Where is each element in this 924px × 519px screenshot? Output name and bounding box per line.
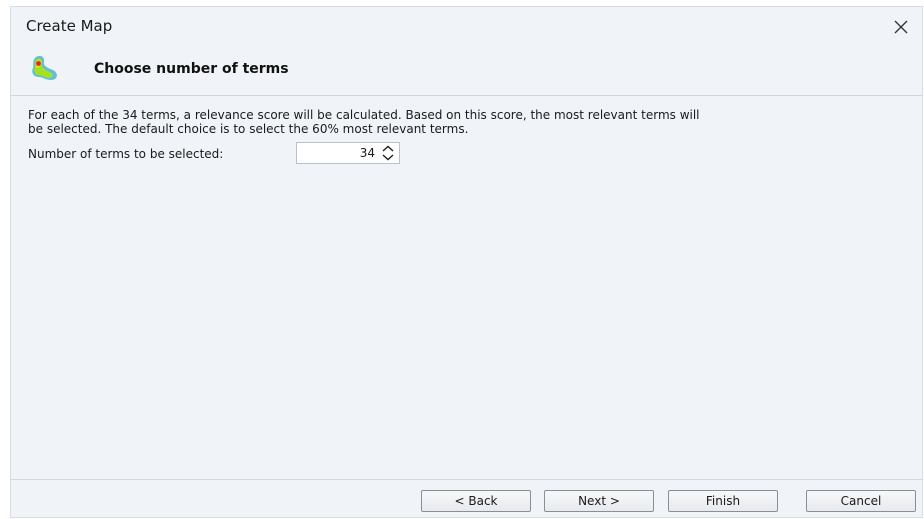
up-down-chevron-icon[interactable] xyxy=(380,144,396,162)
footer-divider xyxy=(11,479,922,480)
description-line-1: For each of the 34 terms, a relevance sc… xyxy=(28,108,700,122)
step-description: For each of the 34 terms, a relevance sc… xyxy=(28,108,908,136)
next-button[interactable]: Next > xyxy=(544,490,654,512)
step-title: Choose number of terms xyxy=(94,61,289,77)
close-button[interactable] xyxy=(886,13,916,41)
back-button[interactable]: < Back xyxy=(421,490,531,512)
terms-count-value[interactable]: 34 xyxy=(360,146,375,160)
create-map-dialog: Create Map Choose number of terms For ea… xyxy=(10,6,923,518)
description-line-2: be selected. The default choice is to se… xyxy=(28,122,469,136)
wizard-step-header: Choose number of terms xyxy=(11,51,922,97)
header-divider xyxy=(11,95,922,96)
terms-count-spinner[interactable]: 34 xyxy=(296,142,400,164)
title-bar: Create Map xyxy=(11,7,922,47)
vosviewer-density-logo-icon xyxy=(32,55,57,80)
finish-button[interactable]: Finish xyxy=(668,490,778,512)
window-title: Create Map xyxy=(26,17,113,35)
cancel-button[interactable]: Cancel xyxy=(806,490,916,512)
terms-count-label: Number of terms to be selected: xyxy=(28,147,224,161)
close-icon xyxy=(894,20,908,34)
